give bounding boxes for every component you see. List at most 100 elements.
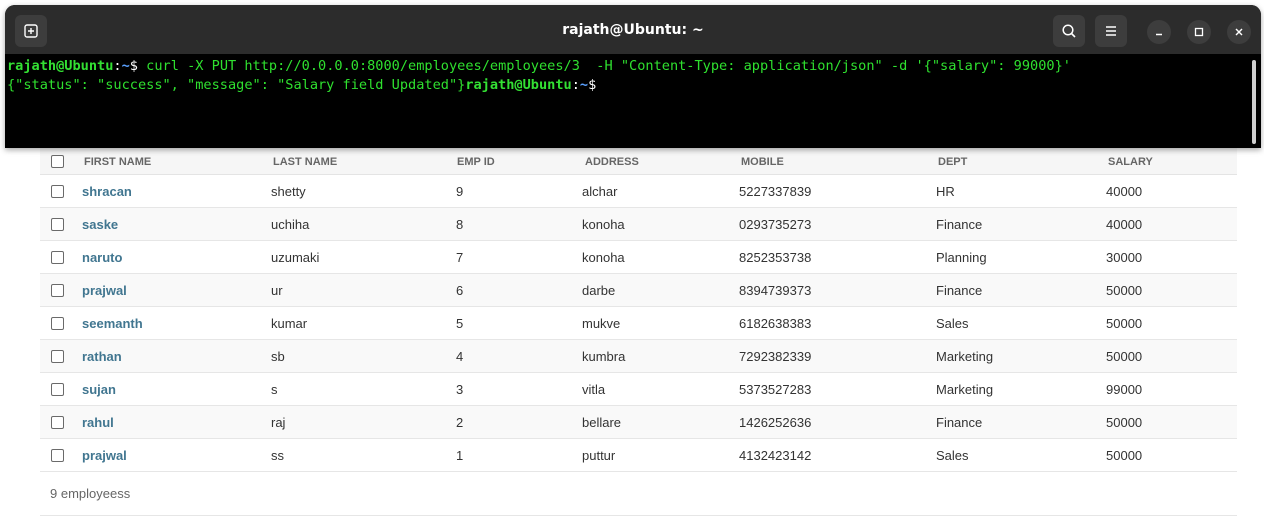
close-button[interactable] <box>1227 20 1251 44</box>
cell-mobile: 0293735273 <box>739 216 812 232</box>
prompt-separator-2: : <box>571 77 580 93</box>
table-row: prajwal ur 6 darbe 8394739373 Finance 50000 <box>40 274 1237 307</box>
row-checkbox[interactable] <box>51 382 64 396</box>
cell-emp-id: 7 <box>456 249 464 265</box>
table-row: saske uchiha 8 konoha 0293735273 Finance 40000 <box>40 208 1237 241</box>
menu-button[interactable] <box>1095 15 1127 47</box>
cell-mobile: 4132423142 <box>739 447 812 463</box>
output-line: {"status": "success", "message": "Salary… <box>7 76 1261 95</box>
cell-address: konoha <box>582 216 625 232</box>
row-checkbox-cell[interactable] <box>51 406 64 438</box>
cell-salary: 30000 <box>1106 249 1143 265</box>
row-checkbox[interactable] <box>51 184 64 198</box>
maximize-icon <box>1194 27 1204 37</box>
prompt-user-2: rajath@Ubuntu <box>465 77 572 93</box>
cell-last-name: kumar <box>271 315 308 331</box>
cell-last-name: raj <box>271 414 286 430</box>
cell-emp-id: 1 <box>456 447 464 463</box>
cell-dept: Marketing <box>936 348 994 364</box>
employee-table: FIRST NAME LAST NAME EMP ID ADDRESS MOBI… <box>40 141 1237 472</box>
cell-mobile: 6182638383 <box>739 315 812 331</box>
terminal-output[interactable]: rajath@Ubuntu:~$ curl -X PUT http://0.0.… <box>5 54 1261 148</box>
cell-salary: 99000 <box>1106 381 1143 397</box>
new-tab-button[interactable] <box>15 15 47 47</box>
row-checkbox-cell[interactable] <box>51 373 64 405</box>
cell-dept: Marketing <box>936 381 994 397</box>
search-button[interactable] <box>1053 15 1085 47</box>
employee-link-first-name[interactable]: rahul <box>82 406 114 438</box>
row-checkbox[interactable] <box>51 415 64 429</box>
employee-link-first-name[interactable]: prajwal <box>82 274 127 306</box>
cell-dept: Finance <box>936 216 983 232</box>
cell-mobile: 8394739373 <box>739 282 812 298</box>
cell-last-name: ur <box>271 282 283 298</box>
prompt-user: rajath@Ubuntu <box>7 58 114 74</box>
cell-dept: Finance <box>936 282 983 298</box>
employee-link-first-name[interactable]: sujan <box>82 373 116 405</box>
table-body: shracan shetty 9 alchar 5227337839 HR 40000 sas… <box>40 175 1237 472</box>
employee-link-first-name[interactable]: rathan <box>82 340 122 372</box>
cell-salary: 50000 <box>1106 282 1143 298</box>
row-checkbox-cell[interactable] <box>51 208 64 240</box>
cell-last-name: uchiha <box>271 216 310 232</box>
cell-mobile: 5373527283 <box>739 381 812 397</box>
row-checkbox[interactable] <box>51 448 64 462</box>
prompt-symbol-2: $ <box>588 77 605 93</box>
select-all-checkbox[interactable] <box>51 155 64 168</box>
employee-link-first-name[interactable]: naruto <box>82 241 122 273</box>
cell-last-name: uzumaki <box>271 249 320 265</box>
row-checkbox[interactable] <box>51 217 64 231</box>
employee-link-first-name[interactable]: prajwal <box>82 439 127 471</box>
cell-salary: 50000 <box>1106 447 1143 463</box>
prompt-path-2: ~ <box>579 77 589 93</box>
cell-mobile: 7292382339 <box>739 348 812 364</box>
cell-address: bellare <box>582 414 622 430</box>
cell-emp-id: 8 <box>456 216 464 232</box>
hamburger-menu-icon <box>1106 26 1116 36</box>
cell-emp-id: 4 <box>456 348 464 364</box>
cell-emp-id: 3 <box>456 381 464 397</box>
row-checkbox[interactable] <box>51 283 64 297</box>
cell-dept: Sales <box>936 315 969 331</box>
cell-emp-id: 2 <box>456 414 464 430</box>
employee-link-first-name[interactable]: seemanth <box>82 307 143 339</box>
terminal-titlebar[interactable]: rajath@Ubuntu: ~ <box>5 5 1261 54</box>
cell-address: kumbra <box>582 348 626 364</box>
row-checkbox-cell[interactable] <box>51 274 64 306</box>
maximize-button[interactable] <box>1187 20 1211 44</box>
table-row: rahul raj 2 bellare 1426252636 Finance 50000 <box>40 406 1237 439</box>
row-checkbox-cell[interactable] <box>51 439 64 471</box>
cell-mobile: 1426252636 <box>739 414 812 430</box>
cell-emp-id: 5 <box>456 315 464 331</box>
row-checkbox-cell[interactable] <box>51 307 64 339</box>
cell-address: puttur <box>582 447 616 463</box>
search-icon <box>1062 24 1076 38</box>
terminal-scrollbar[interactable] <box>1252 60 1256 144</box>
row-checkbox[interactable] <box>51 349 64 363</box>
row-checkbox[interactable] <box>51 316 64 330</box>
row-checkbox[interactable] <box>51 250 64 264</box>
table-row: rathan sb 4 kumbra 7292382339 Marketing 50000 <box>40 340 1237 373</box>
command-text: curl -X PUT http://0.0.0.0:8000/employee… <box>146 58 1071 74</box>
command-line: rajath@Ubuntu:~$ curl -X PUT http://0.0.… <box>7 57 1261 76</box>
cell-salary: 50000 <box>1106 414 1143 430</box>
prompt-symbol: $ <box>129 58 147 74</box>
prompt-separator: : <box>113 58 122 74</box>
row-checkbox-cell[interactable] <box>51 175 64 207</box>
response-text: {"status": "success", "message": "Salary… <box>7 77 466 93</box>
employee-link-first-name[interactable]: saske <box>82 208 118 240</box>
close-icon <box>1235 28 1243 36</box>
employee-link-first-name[interactable]: shracan <box>82 175 132 207</box>
cell-last-name: s <box>271 381 278 397</box>
table-row: prajwal ss 1 puttur 4132423142 Sales 50000 <box>40 439 1237 472</box>
cell-address: mukve <box>582 315 621 331</box>
minimize-button[interactable] <box>1147 20 1171 44</box>
table-row: naruto uzumaki 7 konoha 8252353738 Planning 30… <box>40 241 1237 274</box>
result-count: 9 employeess <box>40 472 1237 516</box>
cell-salary: 50000 <box>1106 315 1143 331</box>
cell-last-name: sb <box>271 348 285 364</box>
row-checkbox-cell[interactable] <box>51 340 64 372</box>
cell-dept: Planning <box>936 249 987 265</box>
terminal-window[interactable]: rajath@Ubuntu: ~ rajath@Ubuntu:~$ curl -… <box>5 5 1261 148</box>
row-checkbox-cell[interactable] <box>51 241 64 273</box>
